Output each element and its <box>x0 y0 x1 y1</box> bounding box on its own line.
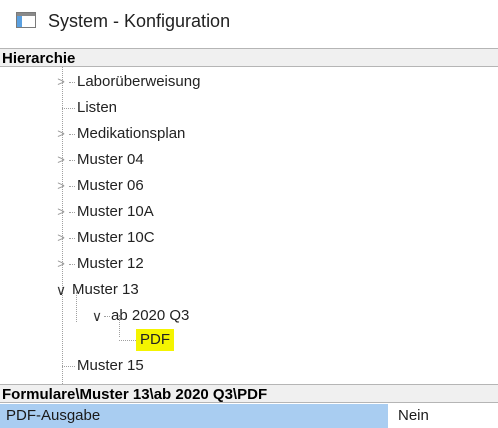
tree-item[interactable]: > Muster 12 <box>0 251 498 277</box>
tree-item[interactable]: Listen <box>0 95 498 121</box>
tree-item-label: Medikationsplan <box>77 125 186 142</box>
expand-chevron-icon[interactable]: > <box>54 147 68 173</box>
tree-item[interactable]: > Muster 10A <box>0 199 498 225</box>
tree-item[interactable]: ∨ Muster 13 <box>0 277 498 303</box>
tree-item-label: Muster 13 <box>72 281 139 298</box>
title-bar: System - Konfiguration <box>0 0 498 42</box>
tree-item-label: Muster 15 <box>77 357 144 374</box>
path-header: Formulare\Muster 13\ab 2020 Q3\PDF <box>0 384 498 403</box>
tree-item[interactable]: > Muster 06 <box>0 173 498 199</box>
expand-chevron-icon[interactable]: > <box>54 121 68 147</box>
window-app-icon <box>16 12 36 28</box>
tree-item[interactable]: > Muster 04 <box>0 147 498 173</box>
tree-item-label: Muster 04 <box>77 151 144 168</box>
collapse-chevron-icon[interactable]: ∨ <box>54 277 68 303</box>
window-title: System - Konfiguration <box>48 11 231 31</box>
expand-chevron-icon[interactable]: > <box>54 251 68 277</box>
tree-item[interactable]: ∨ ab 2020 Q3 <box>0 303 498 329</box>
expand-chevron-icon[interactable]: > <box>54 225 68 251</box>
tree-item-label: Muster 12 <box>77 255 144 272</box>
tree-item-label: ab 2020 Q3 <box>111 307 190 324</box>
tree-item-selected[interactable]: PDF <box>0 327 498 353</box>
collapse-chevron-icon[interactable]: ∨ <box>90 303 104 329</box>
tree-item-label: PDF <box>136 329 174 351</box>
tree-item-label: Laborüberweisung <box>77 73 201 90</box>
tree-item[interactable]: > Laborüberweisung <box>0 69 498 95</box>
expand-chevron-icon[interactable]: > <box>54 173 68 199</box>
tree-item-label: Muster 10A <box>77 203 154 220</box>
expand-chevron-icon[interactable]: > <box>54 199 68 225</box>
tree-item[interactable]: Muster 15 <box>0 353 498 379</box>
property-value[interactable]: Nein <box>398 404 429 428</box>
tree-item-label: Muster 10C <box>77 229 155 246</box>
tree-item-label: Listen <box>77 99 118 116</box>
hierarchy-tree[interactable]: > Laborüberweisung Listen > Medikationsp… <box>0 67 498 384</box>
tree-item-label: Muster 06 <box>77 177 144 194</box>
property-row[interactable]: PDF-Ausgabe Nein <box>0 404 498 428</box>
tree-item[interactable]: > Muster 10C <box>0 225 498 251</box>
expand-chevron-icon[interactable]: > <box>54 69 68 95</box>
tree-item[interactable]: > Medikationsplan <box>0 121 498 147</box>
property-name: PDF-Ausgabe <box>0 404 388 428</box>
hierarchy-header: Hierarchie <box>0 48 498 67</box>
